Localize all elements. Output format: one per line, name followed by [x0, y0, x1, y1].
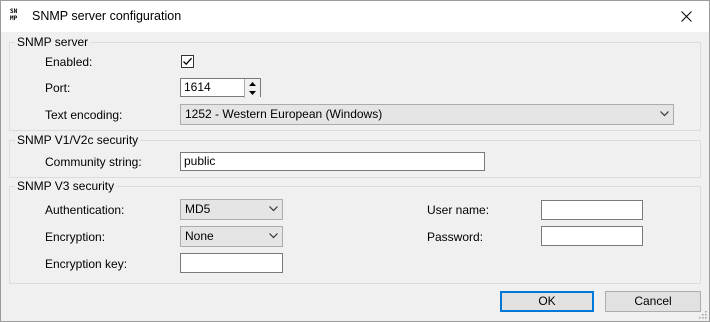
cancel-button[interactable]: Cancel — [605, 291, 701, 312]
snmp-app-icon: SN MP — [10, 8, 24, 24]
window-title: SNMP server configuration — [32, 9, 182, 23]
close-icon — [680, 11, 692, 22]
dialog-window: SN MP SNMP server configuration SNMP ser… — [0, 0, 710, 322]
snmp-server-legend: SNMP server — [15, 35, 91, 49]
encryption-label: Encryption: — [45, 230, 106, 244]
enabled-checkbox[interactable] — [181, 55, 194, 68]
port-label: Port: — [45, 81, 71, 95]
community-string-label: Community string: — [45, 155, 142, 169]
text-encoding-value: 1252 - Western European (Windows) — [185, 107, 383, 121]
size-grip-icon[interactable] — [697, 309, 707, 319]
enabled-label: Enabled: — [45, 55, 93, 69]
icon-text-bottom: MP — [10, 15, 18, 22]
community-string-input[interactable]: public — [180, 152, 485, 171]
port-spin-down-button[interactable] — [245, 88, 260, 97]
encryption-key-label: Encryption key: — [45, 257, 128, 271]
title-bar[interactable]: SN MP SNMP server configuration — [1, 1, 709, 32]
chevron-down-icon — [269, 233, 278, 239]
port-spinner — [244, 79, 260, 98]
text-encoding-label: Text encoding: — [45, 108, 123, 122]
checkmark-icon — [183, 57, 192, 66]
user-name-input[interactable] — [541, 200, 643, 220]
encryption-dropdown[interactable]: None — [180, 226, 283, 247]
close-button[interactable] — [663, 1, 709, 32]
encryption-value: None — [185, 229, 214, 243]
v1v2c-security-legend: SNMP V1/V2c security — [15, 133, 141, 147]
icon-text-top: SN — [10, 8, 18, 15]
spin-up-icon — [249, 81, 256, 86]
port-spin-up-button[interactable] — [245, 79, 260, 88]
chevron-down-icon — [269, 206, 278, 212]
chevron-down-icon — [660, 111, 669, 117]
authentication-value: MD5 — [185, 202, 211, 216]
ok-button[interactable]: OK — [500, 291, 594, 312]
spin-down-icon — [249, 90, 256, 95]
password-input[interactable] — [541, 226, 643, 246]
text-encoding-dropdown[interactable]: 1252 - Western European (Windows) — [180, 104, 674, 125]
port-input[interactable]: 1614 — [180, 78, 261, 98]
password-label: Password: — [427, 230, 484, 244]
port-value: 1614 — [184, 80, 211, 94]
authentication-label: Authentication: — [45, 203, 125, 217]
v3-security-legend: SNMP V3 security — [15, 179, 117, 193]
encryption-key-input[interactable] — [180, 253, 283, 273]
community-string-value: public — [184, 154, 216, 168]
user-name-label: User name: — [427, 203, 490, 217]
authentication-dropdown[interactable]: MD5 — [180, 199, 283, 220]
